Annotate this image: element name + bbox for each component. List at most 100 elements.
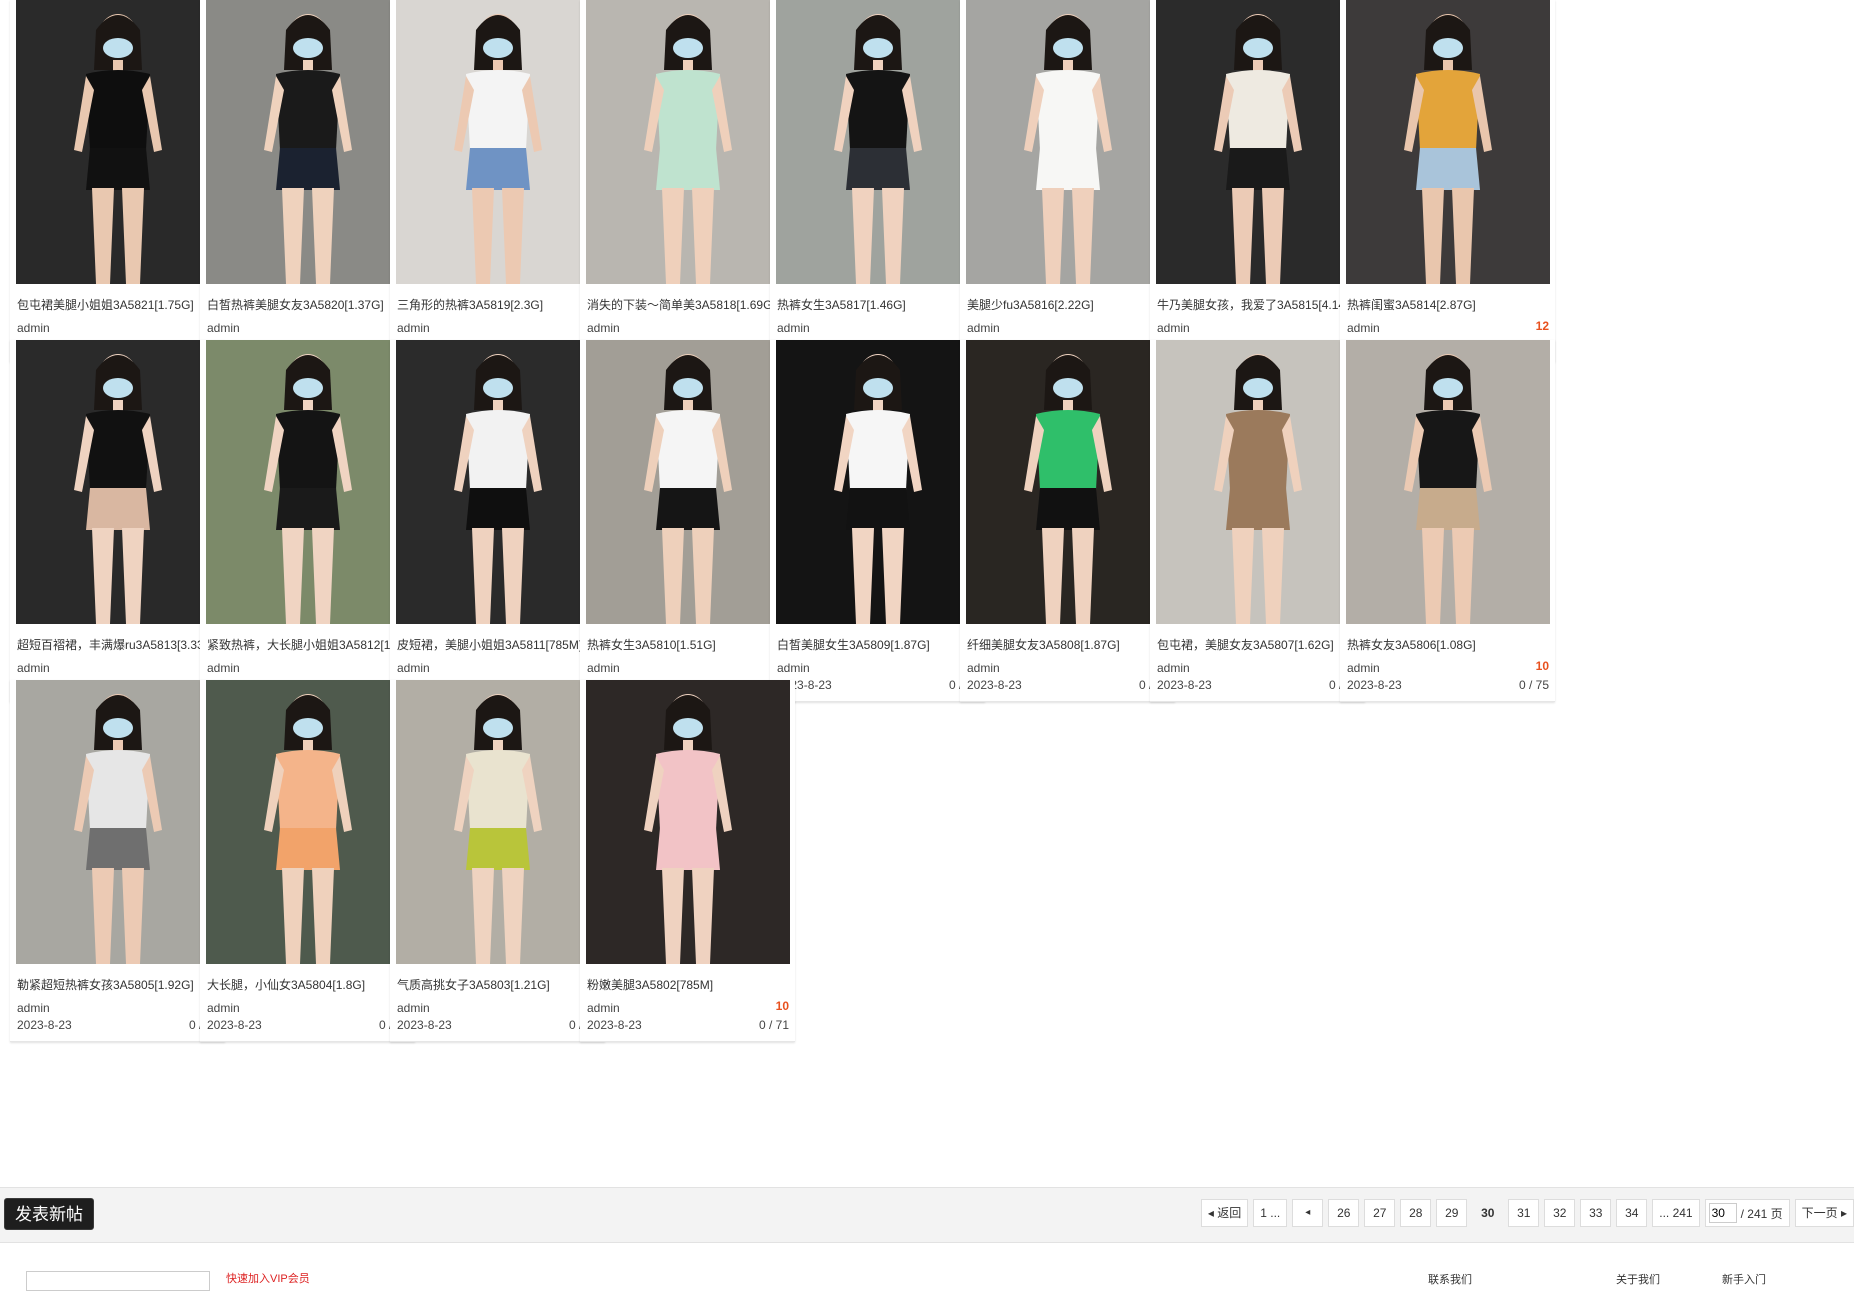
thread-card[interactable]: 大长腿，小仙女3A5804[1.8G] admin 2023-8-23 10 0… [200, 680, 415, 1042]
thread-author[interactable]: admin [397, 1001, 430, 1015]
thread-title[interactable]: 热裤女生3A5817[1.46G] [777, 296, 981, 313]
thread-card[interactable]: 消失的下装～简单美3A5818[1.69G] admin 2023-8-24 1… [580, 0, 795, 362]
thread-title[interactable]: 纤细美腿女友3A5808[1.87G] [967, 636, 1171, 653]
thread-title[interactable]: 超短百褶裙，丰满爆ru3A5813[3.33G] [17, 636, 221, 653]
thread-card[interactable]: 粉嫩美腿3A5802[785M] admin 2023-8-23 10 0 / … [580, 680, 795, 1042]
vip-link[interactable]: 快速加入VIP会员 [226, 1270, 310, 1286]
thread-thumbnail[interactable] [396, 0, 600, 284]
prev-page-button[interactable]: ◂ [1292, 1199, 1324, 1227]
thread-title[interactable]: 热裤女生3A5810[1.51G] [587, 636, 791, 653]
page-33[interactable]: 33 [1580, 1199, 1612, 1227]
page-31[interactable]: 31 [1508, 1199, 1540, 1227]
thread-title[interactable]: 皮短裙，美腿小姐姐3A5811[785M] [397, 636, 601, 653]
thread-author[interactable]: admin [397, 321, 430, 335]
thread-card[interactable]: 热裤女生3A5817[1.46G] admin 2023-8-23 11 0 /… [770, 0, 985, 362]
thread-author[interactable]: admin [967, 661, 1000, 675]
thread-card[interactable]: 白皙热裤美腿女友3A5820[1.37G] admin 2023-8-24 11… [200, 0, 415, 362]
thread-card[interactable]: 热裤闺蜜3A5814[2.87G] admin 2023-8-23 12 0 /… [1340, 0, 1555, 362]
page-first-button[interactable]: 1 ... [1253, 1199, 1288, 1227]
page-26[interactable]: 26 [1328, 1199, 1360, 1227]
thread-thumbnail[interactable] [16, 0, 220, 284]
footer-link-contact[interactable]: 联系我们 [1428, 1271, 1472, 1287]
thread-author[interactable]: admin [1347, 661, 1380, 675]
thread-title[interactable]: 牛乃美腿女孩，我爱了3A5815[4.14G] [1157, 296, 1361, 313]
thread-title[interactable]: 大长腿，小仙女3A5804[1.8G] [207, 976, 411, 993]
thread-card[interactable]: 包屯裙，美腿女友3A5807[1.62G] admin 2023-8-23 10… [1150, 340, 1365, 702]
thread-card[interactable]: 热裤女友3A5806[1.08G] admin 2023-8-23 10 0 /… [1340, 340, 1555, 702]
thread-card[interactable]: 纤细美腿女友3A5808[1.87G] admin 2023-8-23 9 0 … [960, 340, 1175, 702]
page-30-current[interactable]: 30 [1472, 1199, 1504, 1227]
page-32[interactable]: 32 [1544, 1199, 1576, 1227]
thread-author[interactable]: admin [587, 321, 620, 335]
thread-card[interactable]: 皮短裙，美腿小姐姐3A5811[785M] admin 2023-8-23 10… [390, 340, 605, 702]
thread-card[interactable]: 白皙美腿女生3A5809[1.87G] admin 2023-8-23 9 0 … [770, 340, 985, 702]
thread-thumbnail[interactable] [396, 340, 600, 624]
thread-author[interactable]: admin [207, 661, 240, 675]
thread-author[interactable]: admin [777, 661, 810, 675]
thread-title[interactable]: 气质高挑女子3A5803[1.21G] [397, 976, 601, 993]
footer-link-newbie[interactable]: 新手入门 [1722, 1271, 1766, 1287]
thread-thumbnail[interactable] [586, 680, 790, 964]
thread-title[interactable]: 三角形的热裤3A5819[2.3G] [397, 296, 601, 313]
page-29[interactable]: 29 [1436, 1199, 1468, 1227]
thread-thumbnail[interactable] [586, 340, 790, 624]
thread-author[interactable]: admin [17, 1001, 50, 1015]
thread-author[interactable]: admin [587, 1001, 620, 1015]
thread-thumbnail[interactable] [586, 0, 790, 284]
thread-title[interactable]: 热裤闺蜜3A5814[2.87G] [1347, 296, 1551, 313]
thread-card[interactable]: 美腿少fu3A5816[2.22G] admin 2023-8-23 10 0 … [960, 0, 1175, 362]
page-last-button[interactable]: ... 241 [1652, 1199, 1700, 1227]
thread-card[interactable]: 气质高挑女子3A5803[1.21G] admin 2023-8-23 11 0… [390, 680, 605, 1042]
page-28[interactable]: 28 [1400, 1199, 1432, 1227]
thread-card[interactable]: 超短百褶裙，丰满爆ru3A5813[3.33G] admin 2023-8-23… [10, 340, 225, 702]
thread-thumbnail[interactable] [396, 680, 600, 964]
page-27[interactable]: 27 [1364, 1199, 1396, 1227]
thread-author[interactable]: admin [397, 661, 430, 675]
thread-title[interactable]: 白皙美腿女生3A5809[1.87G] [777, 636, 981, 653]
thread-title[interactable]: 包屯裙美腿小姐姐3A5821[1.75G] [17, 296, 221, 313]
thread-card[interactable]: 包屯裙美腿小姐姐3A5821[1.75G] admin 2023-8-24 10… [10, 0, 225, 362]
thread-author[interactable]: admin [17, 321, 50, 335]
thread-thumbnail[interactable] [16, 680, 220, 964]
thread-title[interactable]: 美腿少fu3A5816[2.22G] [967, 296, 1171, 313]
thread-thumbnail[interactable] [1156, 340, 1360, 624]
thread-card[interactable]: 牛乃美腿女孩，我爱了3A5815[4.14G] admin 2023-8-23 … [1150, 0, 1365, 362]
page-jump-input[interactable] [1708, 1203, 1737, 1223]
thread-title[interactable]: 热裤女友3A5806[1.08G] [1347, 636, 1551, 653]
thread-thumbnail[interactable] [206, 680, 410, 964]
thread-author[interactable]: admin [1157, 321, 1190, 335]
thread-author[interactable]: admin [1157, 661, 1190, 675]
thread-thumbnail[interactable] [206, 340, 410, 624]
thread-title[interactable]: 勒紧超短热裤女孩3A5805[1.92G] [17, 976, 221, 993]
next-page-button[interactable]: 下一页 ▸ [1794, 1199, 1854, 1227]
thread-title[interactable]: 白皙热裤美腿女友3A5820[1.37G] [207, 296, 411, 313]
thread-title[interactable]: 包屯裙，美腿女友3A5807[1.62G] [1157, 636, 1361, 653]
thread-thumbnail[interactable] [776, 0, 980, 284]
back-button[interactable]: ◂ 返回 [1200, 1199, 1249, 1227]
new-post-button[interactable]: 发表新帖 [4, 1198, 94, 1230]
thread-card[interactable]: 勒紧超短热裤女孩3A5805[1.92G] admin 2023-8-23 12… [10, 680, 225, 1042]
thread-thumbnail[interactable] [966, 340, 1170, 624]
thread-card[interactable]: 热裤女生3A5810[1.51G] admin 2023-8-23 11 0 /… [580, 340, 795, 702]
thread-title[interactable]: 消失的下装～简单美3A5818[1.69G] [587, 296, 791, 313]
thread-author[interactable]: admin [587, 661, 620, 675]
thread-thumbnail[interactable] [16, 340, 220, 624]
thread-title[interactable]: 紧致热裤，大长腿小姐姐3A5812[1.… [207, 636, 411, 653]
thread-thumbnail[interactable] [966, 0, 1170, 284]
thread-card[interactable]: 三角形的热裤3A5819[2.3G] admin 2023-8-24 10 0 … [390, 0, 605, 362]
thread-author[interactable]: admin [1347, 321, 1380, 335]
thread-thumbnail[interactable] [206, 0, 410, 284]
thread-author[interactable]: admin [207, 321, 240, 335]
thread-author[interactable]: admin [777, 321, 810, 335]
thread-thumbnail[interactable] [1346, 340, 1550, 624]
thread-thumbnail[interactable] [776, 340, 980, 624]
thread-title[interactable]: 粉嫩美腿3A5802[785M] [587, 976, 791, 993]
thread-thumbnail[interactable] [1346, 0, 1550, 284]
footer-search-box[interactable] [26, 1271, 210, 1291]
thread-card[interactable]: 紧致热裤，大长腿小姐姐3A5812[1.… admin 2023-8-23 11… [200, 340, 415, 702]
footer-link-about[interactable]: 关于我们 [1616, 1271, 1660, 1287]
thread-thumbnail[interactable] [1156, 0, 1360, 284]
thread-author[interactable]: admin [207, 1001, 240, 1015]
thread-author[interactable]: admin [967, 321, 1000, 335]
thread-author[interactable]: admin [17, 661, 50, 675]
